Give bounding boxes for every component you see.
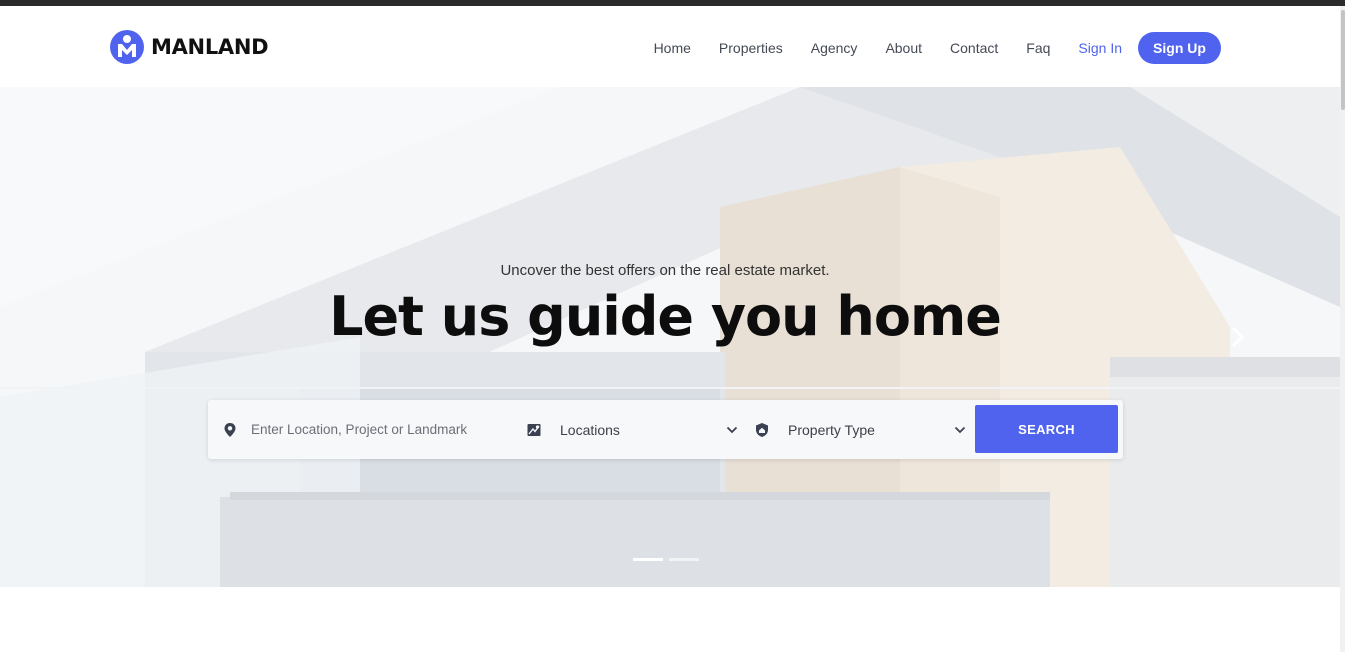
location-search-input[interactable]: Enter Location, Project or Landmark	[251, 422, 467, 437]
nav-properties[interactable]: Properties	[719, 32, 783, 64]
property-search-form: Enter Location, Project or Landmark Loca…	[208, 400, 1123, 459]
map-icon	[527, 423, 541, 436]
slider-dot-2[interactable]	[669, 558, 699, 561]
house-shield-icon	[756, 422, 768, 437]
hero-slider: Uncover the best offers on the real esta…	[0, 87, 1340, 587]
nav-contact[interactable]: Contact	[950, 32, 998, 64]
locations-select[interactable]: Locations	[526, 400, 742, 459]
hero-tagline: Uncover the best offers on the real esta…	[500, 262, 830, 279]
logo-mark-icon	[110, 30, 144, 64]
chevron-down-icon	[726, 426, 738, 434]
locations-select-value: Locations	[560, 421, 620, 438]
chevron-right-icon[interactable]	[1228, 325, 1248, 349]
site-header: MANLAND Home Properties Agency About Con…	[0, 6, 1340, 87]
hero-headline: Let us guide you home	[329, 285, 1002, 348]
property-type-select-value: Property Type	[788, 421, 875, 438]
property-type-select[interactable]: Property Type	[754, 400, 968, 459]
nav-agency[interactable]: Agency	[811, 32, 858, 64]
chevron-down-icon	[954, 426, 966, 434]
scrollbar-thumb[interactable]	[1341, 10, 1345, 110]
sign-in-link[interactable]: Sign In	[1078, 32, 1122, 64]
nav-home[interactable]: Home	[654, 32, 691, 64]
map-pin-icon	[224, 422, 236, 437]
brand-logo[interactable]: MANLAND	[110, 30, 269, 64]
location-search-field[interactable]: Enter Location, Project or Landmark	[222, 400, 522, 459]
brand-name: MANLAND	[151, 35, 269, 59]
slider-pagination	[633, 558, 699, 561]
nav-about[interactable]: About	[885, 32, 922, 64]
nav-faq[interactable]: Faq	[1026, 32, 1050, 64]
main-nav: Home Properties Agency About Contact Faq…	[654, 32, 1221, 64]
slider-dot-1[interactable]	[633, 558, 663, 561]
sign-up-button[interactable]: Sign Up	[1138, 32, 1221, 64]
search-button[interactable]: SEARCH	[975, 405, 1118, 453]
